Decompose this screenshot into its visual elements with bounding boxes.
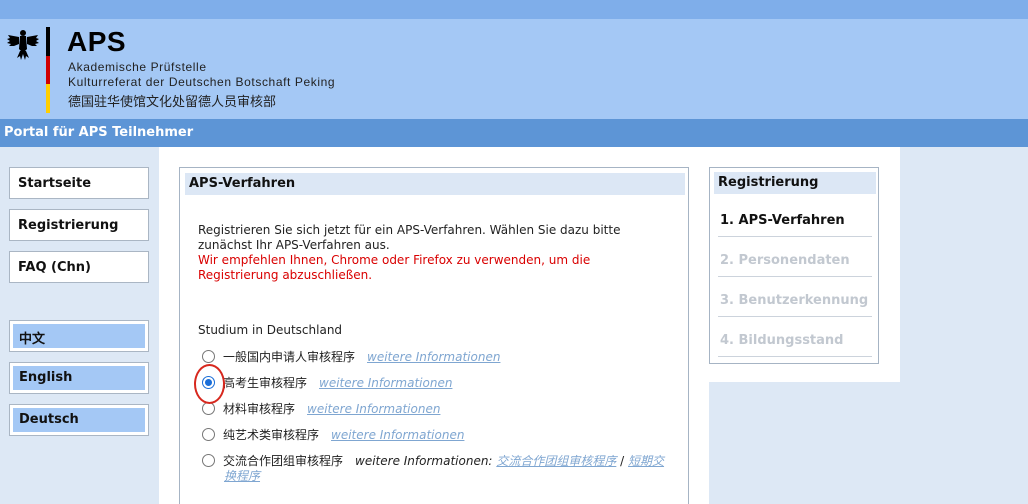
flag-stripe-black	[46, 27, 50, 56]
nav-faq[interactable]: FAQ (Chn)	[9, 251, 149, 283]
top-strip	[0, 0, 1028, 19]
procedure-option: 高考生审核程序 weitere Informationen	[202, 376, 672, 391]
procedure-option: 交流合作团组审核程序 weitere Informationen: 交流合作团组审…	[202, 454, 672, 484]
lang-chinese-label: 中文	[13, 324, 145, 348]
radio-button[interactable]	[202, 428, 215, 441]
lang-english-label: English	[13, 366, 145, 390]
exchange-group-link[interactable]: 交流合作团组审核程序	[496, 454, 616, 468]
more-info-link[interactable]: weitere Informationen	[319, 376, 452, 390]
intro-text: Registrieren Sie sich jetzt für ein APS-…	[198, 223, 621, 252]
link-separator: /	[620, 454, 625, 468]
radio-button[interactable]	[202, 350, 215, 363]
option-label: 交流合作团组审核程序	[223, 454, 344, 468]
step-aps-verfahren: 1. APS-Verfahren	[718, 197, 872, 237]
procedure-option: 纯艺术类审核程序 weitere Informationen	[202, 428, 672, 443]
section-title: Studium in Deutschland	[198, 323, 343, 337]
left-sidebar: Startseite Registrierung FAQ (Chn) 中文 En…	[0, 147, 159, 504]
lang-english-button[interactable]: English	[9, 362, 149, 394]
header-subtitle-1: Akademische Prüfstelle	[68, 60, 207, 74]
lang-deutsch-label: Deutsch	[13, 408, 145, 432]
option-label: 材料审核程序	[223, 402, 296, 416]
panel-heading: APS-Verfahren	[185, 173, 685, 195]
lang-deutsch-button[interactable]: Deutsch	[9, 404, 149, 436]
more-info-link[interactable]: weitere Informationen	[307, 402, 440, 416]
option-label: 高考生审核程序	[223, 376, 308, 390]
german-flag-bar	[46, 27, 50, 113]
step-bildungsstand: 4. Bildungsstand	[718, 317, 872, 357]
portal-bar-title: Portal für APS Teilnehmer	[4, 125, 194, 140]
radio-button[interactable]	[202, 402, 215, 415]
procedure-option: 一般国内申请人审核程序 weitere Informationen	[202, 350, 672, 365]
more-info-link[interactable]: weitere Informationen	[331, 428, 464, 442]
nav-registrierung[interactable]: Registrierung	[9, 209, 149, 241]
step-personendaten: 2. Personendaten	[718, 237, 872, 277]
more-info-link[interactable]: weitere Informationen	[367, 350, 500, 364]
step-benutzerkennung: 3. Benutzerkennung	[718, 277, 872, 317]
app-title: APS	[67, 26, 127, 57]
portal-bar: Portal für APS Teilnehmer	[0, 119, 1028, 147]
federal-eagle-icon	[7, 30, 39, 60]
procedure-option: 材料审核程序 weitere Informationen	[202, 402, 672, 417]
header-subtitle-2: Kulturreferat der Deutschen Botschaft Pe…	[68, 75, 336, 89]
lang-chinese-button[interactable]: 中文	[9, 320, 149, 352]
registration-heading: Registrierung	[714, 172, 876, 194]
site-header: APS Akademische Prüfstelle Kulturreferat…	[0, 19, 1028, 119]
flag-stripe-red	[46, 55, 50, 85]
aps-procedure-panel: APS-Verfahren Registrieren Sie sich jetz…	[179, 167, 689, 504]
option-label: 一般国内申请人审核程序	[223, 350, 356, 364]
header-subtitle-3: 德国驻华使馆文化处留德人员审核部	[68, 95, 277, 110]
right-column-background	[709, 382, 900, 504]
flag-stripe-gold	[46, 84, 50, 113]
option-label: 纯艺术类审核程序	[223, 428, 320, 442]
nav-startseite[interactable]: Startseite	[9, 167, 149, 199]
browser-warning: Wir empfehlen Ihnen, Chrome oder Firefox…	[198, 253, 591, 282]
registration-steps-panel: Registrierung 1. APS-Verfahren 2. Person…	[709, 167, 879, 364]
more-info-text: weitere Informationen:	[355, 454, 493, 468]
radio-button[interactable]	[202, 454, 215, 467]
radio-button-selected[interactable]	[202, 376, 215, 389]
